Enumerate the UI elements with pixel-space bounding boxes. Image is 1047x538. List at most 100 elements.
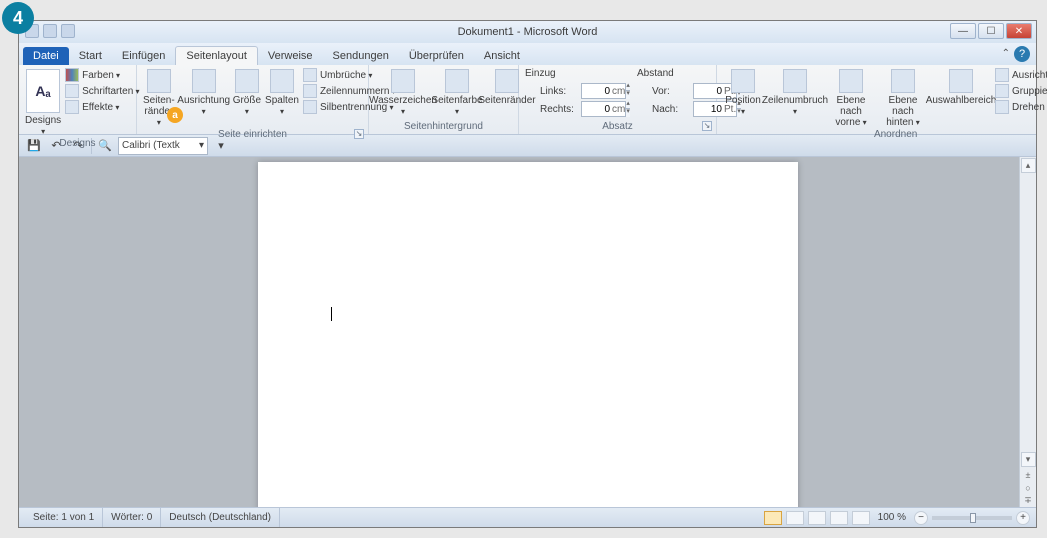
- step-callout: 4: [2, 2, 34, 34]
- align-button[interactable]: Ausrichten: [995, 68, 1047, 82]
- theme-effects-button[interactable]: Effekte: [65, 100, 139, 114]
- word-window: Dokument1 - Microsoft Word — ☐ ✕ Datei S…: [18, 20, 1037, 528]
- status-page[interactable]: Seite: 1 von 1: [25, 508, 103, 527]
- minimize-button[interactable]: —: [950, 23, 976, 39]
- space-after-icon: [637, 103, 649, 115]
- close-button[interactable]: ✕: [1006, 23, 1032, 39]
- watermark-icon: [391, 69, 415, 93]
- tab-references[interactable]: Verweise: [258, 47, 323, 65]
- group-arrange: Position Zeilenumbruch Ebene nach vorne …: [717, 65, 1047, 134]
- margins-icon: [147, 69, 171, 93]
- status-words[interactable]: Wörter: 0: [103, 508, 161, 527]
- colors-icon: [65, 68, 79, 82]
- theme-fonts-button[interactable]: Schriftarten: [65, 84, 139, 98]
- bring-forward-icon: [839, 69, 863, 93]
- zoom-in-button[interactable]: +: [1016, 511, 1030, 525]
- pageborders-icon: [495, 69, 519, 93]
- indent-right-icon: [525, 103, 537, 115]
- group-objects-button[interactable]: Gruppieren: [995, 84, 1047, 98]
- zoom-level[interactable]: 100 %: [878, 512, 906, 523]
- zoom-slider[interactable]: [932, 516, 1012, 520]
- effects-icon: [65, 100, 79, 114]
- qat-placeholder-icon[interactable]: [43, 24, 57, 38]
- tab-start[interactable]: Start: [69, 47, 112, 65]
- indent-left-input[interactable]: cm▴▾: [581, 83, 627, 99]
- view-fullscreen-reading[interactable]: [786, 511, 804, 525]
- indent-right-input[interactable]: cm▴▾: [581, 101, 627, 117]
- status-language[interactable]: Deutsch (Deutschland): [161, 508, 280, 527]
- orientation-icon: [192, 69, 216, 93]
- group-label-paragraph: Absatz↘: [525, 120, 710, 134]
- pagesetup-dialog-launcher[interactable]: ↘: [354, 129, 364, 139]
- ribbon: Aₐ Designs Farben Schriftarten Effekte D…: [19, 65, 1036, 135]
- view-outline[interactable]: [830, 511, 848, 525]
- watermark-button[interactable]: Wasserzeichen: [375, 67, 431, 117]
- theme-colors-button[interactable]: Farben: [65, 68, 139, 82]
- pagecolor-button[interactable]: Seitenfarbe: [435, 67, 479, 117]
- document-area[interactable]: ▴ ▾ ± ○ ∓: [19, 157, 1036, 507]
- help-icon[interactable]: ?: [1014, 46, 1030, 62]
- selection-pane-button[interactable]: Auswahlbereich: [931, 67, 991, 106]
- pagecolor-icon: [445, 69, 469, 93]
- position-button[interactable]: Position: [723, 67, 763, 117]
- title-bar: Dokument1 - Microsoft Word — ☐ ✕: [19, 21, 1036, 43]
- group-label-arrange: Anordnen: [723, 128, 1047, 142]
- breaks-icon: [303, 68, 317, 82]
- columns-button[interactable]: Spalten: [265, 67, 299, 117]
- indent-header: Einzug: [525, 68, 627, 79]
- group-label-pagesetup: Seite einrichten↘: [143, 128, 362, 142]
- minimize-ribbon-icon[interactable]: ⌃: [1002, 48, 1010, 59]
- hyphenation-icon: [303, 100, 317, 114]
- group-designs: Aₐ Designs Farben Schriftarten Effekte D…: [19, 65, 137, 134]
- view-draft[interactable]: [852, 511, 870, 525]
- send-backward-icon: [891, 69, 915, 93]
- tab-pagelayout[interactable]: Seitenlayout: [175, 46, 258, 65]
- page[interactable]: [258, 162, 798, 507]
- browse-object-button[interactable]: ○: [1021, 481, 1036, 494]
- maximize-button[interactable]: ☐: [978, 23, 1004, 39]
- prev-page-button[interactable]: ±: [1021, 468, 1036, 481]
- group-icon: [995, 84, 1009, 98]
- view-web-layout[interactable]: [808, 511, 826, 525]
- view-print-layout[interactable]: [764, 511, 782, 525]
- selection-pane-icon: [949, 69, 973, 93]
- text-cursor: [331, 307, 332, 321]
- space-after-label: Nach:: [652, 104, 690, 115]
- indent-left-icon: [525, 85, 537, 97]
- paragraph-dialog-launcher[interactable]: ↘: [702, 121, 712, 131]
- group-label-designs: Designs: [25, 137, 130, 151]
- qat-placeholder-icon[interactable]: [61, 24, 75, 38]
- next-page-button[interactable]: ∓: [1021, 494, 1036, 507]
- tab-file[interactable]: Datei: [23, 47, 69, 65]
- position-icon: [731, 69, 755, 93]
- orientation-button[interactable]: Ausrichtung: [179, 67, 229, 117]
- size-button[interactable]: Größe: [233, 67, 261, 117]
- tab-mailings[interactable]: Sendungen: [323, 47, 399, 65]
- indent-left-label: Links:: [540, 86, 578, 97]
- rotate-button[interactable]: Drehen: [995, 100, 1047, 114]
- columns-icon: [270, 69, 294, 93]
- rotate-icon: [995, 100, 1009, 114]
- window-buttons: — ☐ ✕: [950, 23, 1032, 39]
- status-bar: Seite: 1 von 1 Wörter: 0 Deutsch (Deutsc…: [19, 507, 1036, 527]
- linenumbers-icon: [303, 84, 317, 98]
- zoom-out-button[interactable]: −: [914, 511, 928, 525]
- scroll-up-button[interactable]: ▴: [1021, 158, 1036, 173]
- size-icon: [235, 69, 259, 93]
- group-paragraph: Einzug Links: cm▴▾ Rechts: cm▴▾ Abstand: [519, 65, 717, 134]
- wrap-button[interactable]: Zeilenumbruch: [767, 67, 823, 117]
- tab-review[interactable]: Überprüfen: [399, 47, 474, 65]
- bring-forward-button[interactable]: Ebene nach vorne: [827, 67, 875, 128]
- scroll-down-button[interactable]: ▾: [1021, 452, 1036, 467]
- fonts-icon: [65, 84, 79, 98]
- tab-insert[interactable]: Einfügen: [112, 47, 175, 65]
- marker-callout: a: [167, 107, 183, 123]
- ribbon-tabstrip: Datei Start Einfügen Seitenlayout Verwei…: [19, 43, 1036, 65]
- align-icon: [995, 68, 1009, 82]
- tab-view[interactable]: Ansicht: [474, 47, 530, 65]
- send-backward-button[interactable]: Ebene nach hinten: [879, 67, 927, 128]
- themes-button[interactable]: Aₐ Designs: [25, 67, 61, 137]
- vertical-scrollbar[interactable]: ▴ ▾ ± ○ ∓: [1019, 157, 1036, 507]
- group-label-pagebg: Seitenhintergrund: [375, 120, 512, 134]
- wrap-icon: [783, 69, 807, 93]
